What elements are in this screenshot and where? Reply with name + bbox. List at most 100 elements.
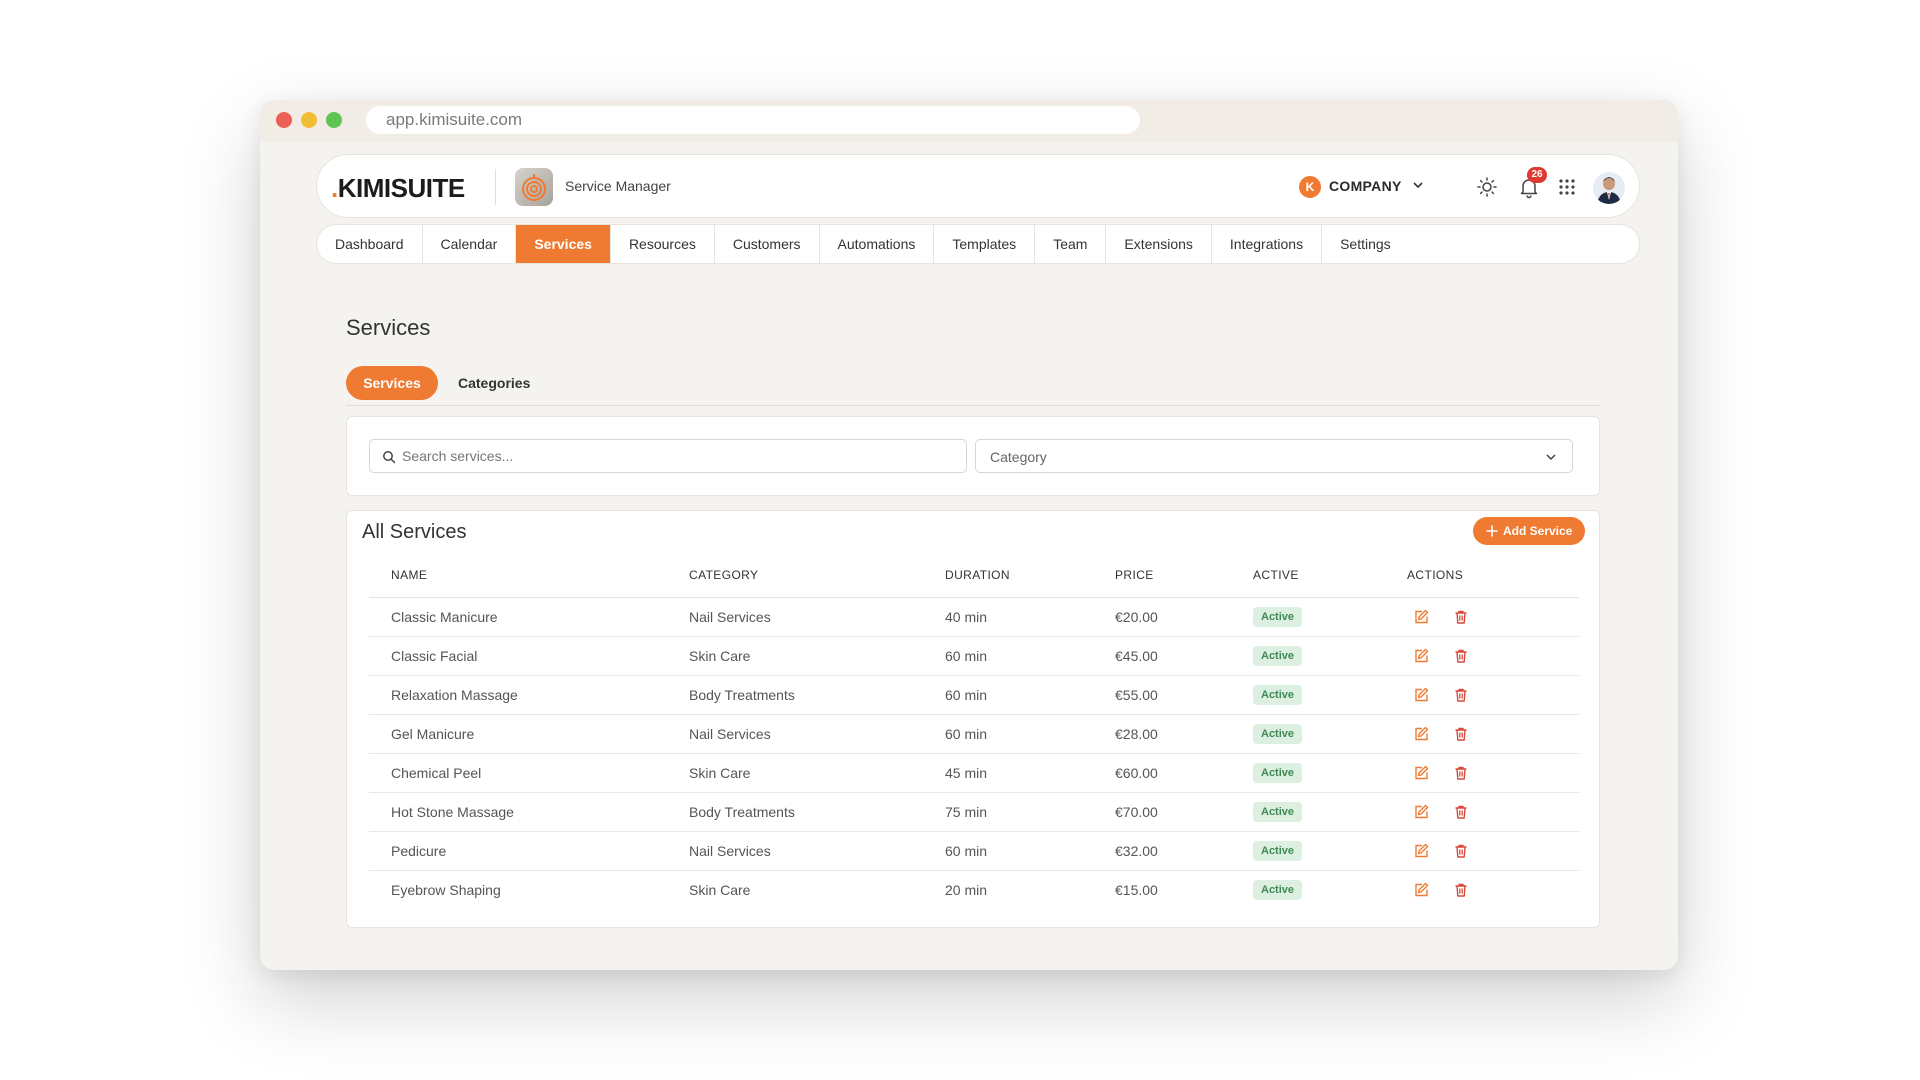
nav-item-dashboard[interactable]: Dashboard [317, 225, 423, 263]
app-name: Service Manager [565, 178, 671, 194]
service-duration: 60 min [923, 831, 1093, 871]
service-price: €55.00 [1093, 675, 1231, 715]
service-name: Relaxation Massage [369, 675, 667, 715]
column-header-category[interactable]: CATEGORY [667, 553, 923, 598]
minimize-window-button[interactable] [301, 112, 317, 128]
maximize-window-button[interactable] [326, 112, 342, 128]
table-header-row: NAME CATEGORY DURATION PRICE ACTIVE ACTI… [369, 553, 1579, 598]
search-field[interactable] [369, 439, 967, 473]
edit-icon[interactable] [1413, 843, 1429, 859]
nav-item-calendar[interactable]: Calendar [423, 225, 517, 263]
status-badge: Active [1253, 801, 1303, 822]
filter-card: Category [346, 416, 1600, 496]
browser-titlebar: app.kimisuite.com [260, 100, 1678, 142]
logo-text: KIMISUITE [337, 173, 465, 203]
table-row[interactable]: Chemical Peel Skin Care 45 min €60.00 Ac… [369, 753, 1579, 793]
trash-icon[interactable] [1453, 843, 1469, 859]
nav-item-settings[interactable]: Settings [1322, 225, 1409, 263]
edit-icon[interactable] [1413, 648, 1429, 664]
service-duration: 75 min [923, 792, 1093, 832]
table-row[interactable]: Pedicure Nail Services 60 min €32.00 Act… [369, 831, 1579, 871]
tab-services[interactable]: Services [346, 366, 438, 400]
page-title: Services [346, 315, 431, 340]
service-category: Nail Services [667, 714, 923, 754]
service-duration: 60 min [923, 636, 1093, 676]
service-price: €32.00 [1093, 831, 1231, 871]
kimisuite-logo[interactable]: .KIMISUITE [331, 173, 465, 204]
table-title: All Services [362, 521, 467, 543]
service-category: Body Treatments [667, 792, 923, 832]
service-category: Skin Care [689, 881, 751, 898]
nav-item-team[interactable]: Team [1035, 225, 1107, 263]
table-row[interactable]: Classic Manicure Nail Services 40 min €2… [369, 597, 1579, 637]
nav-item-customers[interactable]: Customers [715, 225, 820, 263]
column-header-duration[interactable]: DURATION [923, 553, 1093, 598]
service-price: €28.00 [1093, 714, 1231, 754]
chevron-down-icon [1546, 454, 1556, 461]
column-header-actions: ACTIONS [1385, 553, 1579, 598]
status-badge: Active [1253, 684, 1303, 705]
add-service-button[interactable]: Add Service [1473, 517, 1585, 545]
table-row[interactable]: Relaxation Massage Body Treatments 60 mi… [369, 675, 1579, 715]
trash-icon[interactable] [1453, 648, 1469, 664]
table-row[interactable]: Classic Facial Skin Care 60 min €45.00 A… [369, 636, 1579, 676]
sun-icon[interactable] [1475, 175, 1499, 199]
service-price: €15.00 [1115, 881, 1158, 898]
trash-icon[interactable] [1453, 765, 1469, 781]
header-divider [495, 169, 496, 205]
trash-icon[interactable] [1453, 804, 1469, 820]
nav-item-services[interactable]: Services [516, 225, 611, 263]
app-header: .KIMISUITE Service Manager K COMPANY 26 [316, 154, 1640, 218]
service-name: Eyebrow Shaping [391, 881, 501, 898]
edit-icon[interactable] [1413, 687, 1429, 703]
service-price: €20.00 [1093, 597, 1231, 637]
service-duration: 60 min [923, 714, 1093, 754]
trash-icon[interactable] [1453, 726, 1469, 742]
service-price: €60.00 [1093, 753, 1231, 793]
user-avatar[interactable] [1593, 172, 1625, 204]
status-badge: Active [1253, 879, 1303, 900]
nav-item-extensions[interactable]: Extensions [1106, 225, 1212, 263]
nav-item-automations[interactable]: Automations [820, 225, 935, 263]
nav-item-templates[interactable]: Templates [934, 225, 1036, 263]
service-price: €70.00 [1093, 792, 1231, 832]
service-name: Pedicure [369, 831, 667, 871]
services-table-card: All Services Add Service NAME CATEGORY D… [346, 510, 1600, 928]
edit-icon[interactable] [1413, 882, 1429, 898]
edit-icon[interactable] [1413, 765, 1429, 781]
close-window-button[interactable] [276, 112, 292, 128]
edit-icon[interactable] [1413, 726, 1429, 742]
company-name: COMPANY [1329, 178, 1402, 194]
search-icon [383, 451, 396, 464]
service-category: Nail Services [667, 831, 923, 871]
nav-item-integrations[interactable]: Integrations [1212, 225, 1323, 263]
services-table: NAME CATEGORY DURATION PRICE ACTIVE ACTI… [369, 553, 1579, 909]
grid-icon[interactable] [1555, 175, 1579, 199]
trash-icon[interactable] [1453, 687, 1469, 703]
service-duration: 45 min [923, 753, 1093, 793]
service-duration: 60 min [923, 675, 1093, 715]
column-header-price[interactable]: PRICE [1093, 553, 1231, 598]
trash-icon[interactable] [1453, 882, 1469, 898]
trash-icon[interactable] [1453, 609, 1469, 625]
service-duration: 20 min [945, 881, 988, 898]
column-header-name[interactable]: NAME [369, 553, 667, 598]
nav-item-resources[interactable]: Resources [611, 225, 715, 263]
status-badge: Active [1253, 762, 1303, 783]
table-row[interactable]: Eyebrow Shaping Skin Care 20 min €15.00 … [369, 870, 1579, 909]
service-category: Body Treatments [667, 675, 923, 715]
table-row[interactable]: Hot Stone Massage Body Treatments 75 min… [369, 792, 1579, 832]
app-logo-icon [515, 168, 553, 206]
table-row[interactable]: Gel Manicure Nail Services 60 min €28.00… [369, 714, 1579, 754]
service-name: Classic Facial [369, 636, 667, 676]
browser-window: app.kimisuite.com .KIMISUITE Service Man… [260, 100, 1678, 970]
notification-badge: 26 [1527, 167, 1547, 183]
tab-categories[interactable]: Categories [458, 366, 530, 400]
edit-icon[interactable] [1413, 804, 1429, 820]
column-header-active[interactable]: ACTIVE [1231, 553, 1385, 598]
address-bar[interactable]: app.kimisuite.com [366, 106, 1140, 134]
category-select[interactable]: Category [975, 439, 1573, 473]
search-input[interactable] [402, 440, 962, 472]
category-select-label: Category [990, 449, 1047, 465]
edit-icon[interactable] [1413, 609, 1429, 625]
